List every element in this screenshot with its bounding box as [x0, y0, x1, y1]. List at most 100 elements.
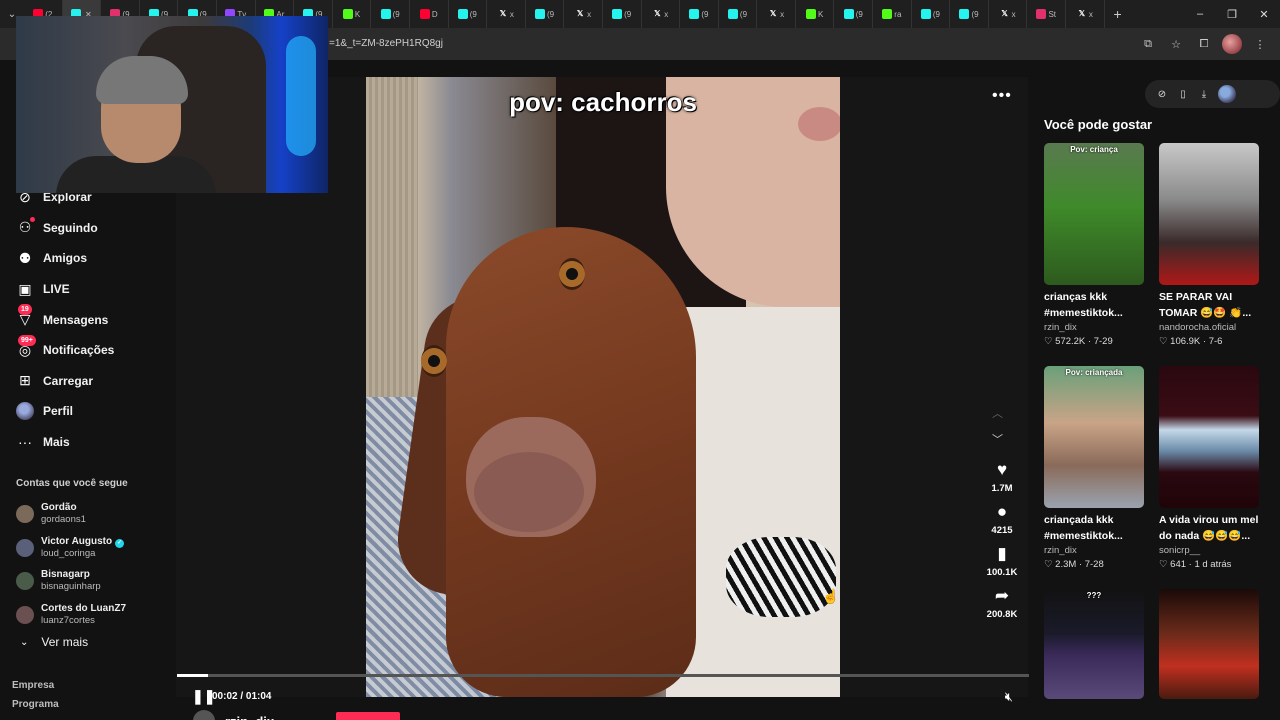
previous-video-icon[interactable]: ︿	[992, 405, 1003, 421]
sidebar-item-label: LIVE	[43, 282, 70, 297]
share-button[interactable]: ➦ 200.8K	[987, 585, 1018, 620]
browser-menu-icon[interactable]: ⋮	[1250, 34, 1270, 54]
video-title[interactable]: crianças kkk #memestiktok...	[1044, 289, 1144, 321]
browser-tab[interactable]: 𝕏x	[989, 0, 1028, 28]
minimize-icon[interactable]: –	[1184, 0, 1216, 28]
coin-icon[interactable]: ⊘	[1155, 89, 1169, 100]
browser-tab[interactable]: 𝕏x	[487, 0, 526, 28]
browser-tab[interactable]: K	[796, 0, 835, 28]
video-author[interactable]: nandorocha.oficial	[1159, 321, 1259, 335]
browser-tab[interactable]: ra	[873, 0, 912, 28]
browser-tab[interactable]: (9	[526, 0, 565, 28]
sidebar-item-perfil[interactable]: Perfil	[0, 396, 175, 427]
browser-profile-button[interactable]	[1222, 34, 1242, 54]
tiktok-icon	[959, 9, 970, 19]
browser-tab[interactable]: K	[333, 0, 372, 28]
browser-tab[interactable]: St	[1027, 0, 1067, 28]
tab-title: K	[354, 9, 361, 19]
following-account[interactable]: Victor Augusto ✓ loud_coringa	[16, 531, 171, 565]
tiktok-icon	[457, 9, 468, 19]
recommended-video[interactable]: Pov: criança crianças kkk #memestiktok...…	[1044, 143, 1144, 349]
following-account[interactable]: Gordão gordaons1	[16, 497, 171, 531]
video-title[interactable]: SE PARAR VAI TOMAR 😅🤩 👏...	[1159, 289, 1259, 321]
restore-icon[interactable]: ❐	[1216, 0, 1248, 28]
youtube-icon	[419, 9, 430, 19]
author-row[interactable]: rzin_dix	[193, 710, 274, 720]
video-author[interactable]: rzin_dix	[1044, 544, 1144, 558]
user-avatar[interactable]	[1218, 85, 1236, 103]
progress-bar[interactable]	[177, 674, 1029, 677]
author-name[interactable]: rzin_dix	[225, 714, 274, 720]
share-icon: ➦	[994, 586, 1010, 605]
tab-title: (9	[971, 9, 979, 19]
sidebar-item-live[interactable]: ▣ LIVE	[0, 274, 175, 305]
next-video-icon[interactable]: ﹀	[992, 431, 1003, 447]
tiktok-icon	[920, 9, 931, 19]
video-thumbnail[interactable]: Pov: criança	[1044, 143, 1144, 285]
phone-icon[interactable]: ▯	[1176, 89, 1190, 100]
sidebar-item-mensagens[interactable]: ▽ 19 Mensagens	[0, 304, 175, 335]
video-title[interactable]: A vida virou um mel do nada 😅😅😅...	[1159, 512, 1259, 544]
extensions-icon[interactable]: ⧠	[1194, 34, 1214, 54]
browser-tab[interactable]: (9	[449, 0, 488, 28]
like-button[interactable]: ♥ 1.7M	[991, 459, 1012, 494]
more-icon: ···	[18, 434, 32, 451]
sidebar-item-amigos[interactable]: ⚉ Amigos	[0, 243, 175, 274]
recommended-video[interactable]: Pov: criançada criançada kkk #memestiktok…	[1044, 366, 1144, 572]
browser-tab[interactable]: 𝕏x	[1066, 0, 1105, 28]
download-icon[interactable]: ⤓	[1197, 89, 1211, 100]
recommended-video[interactable]: A vida virou um mel do nada 😅😅😅... sonicr…	[1159, 366, 1259, 572]
sidebar-item-seguindo[interactable]: ⚇ Seguindo	[0, 213, 175, 244]
video-thumbnail[interactable]	[1159, 366, 1259, 508]
video-thumbnail[interactable]: Pov: criançada	[1044, 366, 1144, 508]
progress-fill	[177, 674, 208, 677]
save-button[interactable]: ▮ 100.1K	[987, 543, 1018, 578]
sidebar-item-notificacoes[interactable]: ◎ 99+ Notificações	[0, 334, 175, 366]
video[interactable]: pov: cachorros	[366, 77, 840, 697]
video-thumbnail[interactable]	[1159, 589, 1259, 699]
more-options-icon[interactable]: •••	[992, 87, 1012, 105]
recommended-video[interactable]: ???	[1044, 589, 1144, 699]
new-tab-button[interactable]: +	[1105, 6, 1131, 22]
mute-button[interactable]: 🔇︎	[1005, 689, 1013, 705]
footer-link-programa[interactable]: Programa	[12, 699, 59, 718]
browser-tab[interactable]: (9	[371, 0, 410, 28]
account-name: Victor Augusto ✓	[41, 536, 125, 548]
browser-tab[interactable]: (9	[603, 0, 642, 28]
tab-title: (9	[546, 9, 555, 19]
recommended-video[interactable]	[1159, 589, 1259, 699]
tiktok-icon	[843, 9, 854, 19]
browser-tab[interactable]: 𝕏x	[642, 0, 681, 28]
browser-tab[interactable]: 𝕏x	[757, 0, 796, 28]
sidebar-item-carregar[interactable]: ⊞ Carregar	[0, 366, 175, 397]
close-window-icon[interactable]: ✕	[1248, 0, 1280, 28]
footer-link-empresa[interactable]: Empresa	[12, 680, 59, 699]
browser-tab[interactable]: (9	[680, 0, 719, 28]
video-author[interactable]: sonicrp__	[1159, 544, 1259, 558]
tiktok-icon	[534, 9, 545, 19]
video-thumbnail[interactable]: ???	[1044, 589, 1144, 699]
video-title[interactable]: criançada kkk #memestiktok...	[1044, 512, 1144, 544]
follow-button[interactable]	[336, 712, 400, 720]
video-thumbnail[interactable]	[1159, 143, 1259, 285]
bookmark-star-icon[interactable]: ☆	[1166, 34, 1186, 54]
video-author[interactable]: rzin_dix	[1044, 321, 1144, 335]
top-right-toolbar: ⊘ ▯ ⤓	[1145, 80, 1280, 108]
install-app-icon[interactable]: ⧉	[1138, 34, 1158, 54]
browser-tab[interactable]: (9	[834, 0, 874, 28]
recommended-video[interactable]: SE PARAR VAI TOMAR 😅🤩 👏... nandorocha.ofi…	[1159, 143, 1259, 349]
browser-tab[interactable]: (9	[719, 0, 758, 28]
comment-button[interactable]: ● 4215	[991, 501, 1012, 536]
browser-tab[interactable]: (9	[912, 0, 951, 28]
browser-tab[interactable]: (9	[950, 0, 989, 28]
url-field[interactable]: =1&_t=ZM-8zePH1RQ8gj	[329, 38, 443, 49]
like-count: 1.7M	[991, 483, 1013, 494]
sidebar-item-mais[interactable]: ··· Mais	[0, 427, 175, 458]
see-more-button[interactable]: ⌄ Ver mais	[16, 635, 88, 649]
thumbnail-caption: Pov: criançada	[1065, 368, 1123, 377]
following-account[interactable]: Bisnagarp bisnaguinharp	[16, 564, 171, 598]
browser-tab[interactable]: 𝕏x	[564, 0, 603, 28]
author-avatar[interactable]	[193, 710, 215, 720]
browser-tab[interactable]: D	[410, 0, 449, 28]
following-account[interactable]: Cortes do LuanZ7 luanz7cortes	[16, 598, 171, 632]
